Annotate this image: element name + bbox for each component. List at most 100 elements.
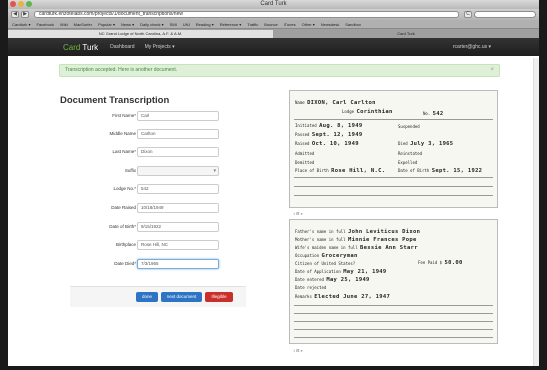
- suffix-select[interactable]: [137, 166, 219, 176]
- bookmarks-bar: Cardturk ▾ Facebook Wiki MacSurfer Popul…: [8, 20, 539, 29]
- bookmark-item[interactable]: Wiki: [60, 22, 68, 27]
- card-lodge-value: Corinthian: [356, 109, 393, 115]
- bookmark-item[interactable]: News ▾: [121, 22, 134, 27]
- card-suspended-line: Suspended: [398, 124, 420, 129]
- date-raised-input[interactable]: 10/18/1949: [137, 203, 219, 213]
- card-expelled-line: Expelled: [398, 160, 417, 165]
- card-occupation-value: Groceryman: [321, 253, 358, 259]
- brand-logo[interactable]: Card Turk: [63, 43, 98, 52]
- last-name-label: Last Name*: [112, 149, 136, 154]
- birthplace-input[interactable]: Rose Hill, NC: [137, 240, 219, 250]
- card-wife-value: Bessie Ann Starr: [360, 245, 418, 251]
- success-alert: Transcription accepted. Here is another …: [59, 64, 500, 77]
- card-died-label: Died: [398, 141, 408, 146]
- lodge-no-row: Lodge No.* 542: [60, 184, 220, 194]
- bookmark-item[interactable]: SMI: [170, 22, 177, 27]
- bookmark-item[interactable]: Traffic: [247, 22, 258, 27]
- bookmark-item[interactable]: iTunes: [284, 22, 296, 27]
- card-name-label: Name: [295, 100, 305, 105]
- card-entered-label: Date entered: [295, 277, 324, 282]
- card-pob-value: Rose Hill, N.C.: [331, 168, 386, 174]
- card-passed-line: Passed Sept. 12, 1949: [295, 132, 362, 138]
- card-initiated-value: Aug. 8, 1949: [319, 123, 363, 129]
- tab-card-turk[interactable]: Card Turk: [273, 30, 539, 38]
- card-no-label: No.: [423, 111, 431, 116]
- browser-window: Card Turk ◀ ▶ cardturk.enzotelabs.com/pr…: [8, 0, 539, 366]
- card-admitted-label: Admitted: [295, 151, 315, 156]
- card-rule: [294, 329, 493, 330]
- card-no-line: No. 542: [423, 111, 444, 117]
- bookmark-item[interactable]: Facebook: [36, 22, 54, 27]
- date-died-row: Date Died* 7/3/1965: [60, 259, 220, 269]
- card-pob-label: Place of Birth: [295, 168, 329, 173]
- nav-my-projects[interactable]: My Projects ▾: [145, 44, 175, 50]
- bookmark-item[interactable]: Newsdesk: [321, 22, 339, 27]
- forward-button[interactable]: ▶: [21, 11, 29, 18]
- birthplace-label: Birthplace: [115, 242, 136, 247]
- middle-name-input[interactable]: Carlton: [137, 129, 219, 139]
- card-rule: [294, 337, 493, 338]
- card-mother-label: Mother's name in full: [295, 237, 346, 242]
- alert-text: Transcription accepted. Here is another …: [65, 67, 178, 73]
- card-raised-value: Oct. 10, 1949: [311, 141, 359, 147]
- bookmark-item[interactable]: Cardturk ▾: [12, 22, 30, 27]
- card-died-line: Died July 3, 1965: [398, 141, 453, 147]
- page-scrollbar[interactable]: [533, 58, 539, 366]
- card-father-label: Father's name in full: [295, 229, 346, 234]
- date-died-input[interactable]: 7/3/1965: [137, 259, 219, 269]
- form-actions: done next document Illegible: [70, 286, 246, 307]
- card-reinstated-label: Reinstated: [398, 151, 423, 156]
- card-front-zoom-controls[interactable]: ↕ ⊟ ⌕: [293, 211, 303, 216]
- card-application-value: May 21, 1949: [343, 269, 387, 275]
- card-dob-label: Date of Birth: [398, 168, 430, 173]
- card-front-image: Name DIXON, Carl Carlton Lodge Corinthia…: [289, 90, 498, 208]
- lodge-no-input[interactable]: 542: [137, 184, 219, 194]
- done-button[interactable]: done: [136, 292, 158, 302]
- card-lodge-line: Lodge Corinthian: [342, 109, 393, 115]
- card-entered-value: May 25, 1949: [326, 277, 370, 283]
- first-name-input[interactable]: Carl: [137, 111, 219, 121]
- card-fee-line: Fee Paid $ 50.00: [418, 260, 463, 266]
- card-occupation-line: Occupation Groceryman: [295, 253, 358, 259]
- card-rule: [294, 195, 493, 196]
- bookmark-item[interactable]: UNI: [183, 22, 190, 27]
- card-back-image: Father's name in full John Leviticus Dix…: [289, 219, 498, 344]
- card-reinstated-line: Reinstated: [398, 151, 422, 156]
- bookmark-item[interactable]: Reference ▾: [220, 22, 242, 27]
- card-passed-label: Passed: [295, 132, 310, 137]
- card-fee-label: Fee Paid $: [418, 260, 443, 265]
- card-initiated-line: Initiated Aug. 8, 1949: [295, 123, 362, 129]
- bookmark-item[interactable]: Popular ▾: [98, 22, 115, 27]
- bookmark-item[interactable]: Bounce: [264, 22, 278, 27]
- user-menu[interactable]: rcarter@ghc.us ▾: [453, 44, 491, 50]
- next-document-button[interactable]: next document: [161, 292, 202, 302]
- reload-button[interactable]: C: [464, 11, 472, 18]
- card-dob-value: Sept. 15, 1922: [431, 168, 483, 174]
- bookmark-item[interactable]: Sandbox: [345, 22, 361, 27]
- browser-search-input[interactable]: [474, 11, 536, 18]
- bookmark-item[interactable]: MacSurfer: [74, 22, 92, 27]
- card-occupation-label: Occupation: [295, 253, 320, 258]
- date-of-birth-input[interactable]: 9/15/1922: [137, 222, 219, 232]
- card-wife-label: Wife's maiden name in full: [295, 245, 358, 250]
- card-passed-value: Sept. 12, 1949: [311, 132, 363, 138]
- illegible-button[interactable]: Illegible: [205, 292, 233, 302]
- card-raised-label: Raised: [295, 141, 310, 146]
- card-initiated-label: Initiated: [295, 123, 317, 128]
- url-bar[interactable]: cardturk.enzotelabs.com/projects/1/docum…: [34, 11, 459, 18]
- brand-logo-part: Card: [63, 42, 81, 52]
- bookmark-item[interactable]: Daily check ▾: [140, 22, 164, 27]
- nav-dashboard[interactable]: Dashboard: [110, 44, 134, 50]
- tab-active[interactable]: NC Grand Lodge of North Carolina, A.F. &…: [8, 30, 273, 38]
- card-citizen-line: Citizen of United States?: [295, 261, 355, 266]
- card-admitted-line: Admitted: [295, 151, 314, 156]
- last-name-input[interactable]: Dixon: [137, 147, 219, 157]
- card-remarks-label: Remarks: [295, 294, 312, 299]
- bookmark-item[interactable]: Reading ▾: [196, 22, 214, 27]
- back-button[interactable]: ◀: [11, 11, 19, 18]
- bookmark-item[interactable]: Other ▾: [302, 22, 315, 27]
- card-entered-line: Date entered May 25, 1949: [295, 277, 370, 283]
- close-alert-button[interactable]: ×: [490, 65, 494, 76]
- card-back-zoom-controls[interactable]: ↕ ⊟ ⌕: [293, 348, 303, 353]
- card-citizen-label: Citizen of United States?: [295, 261, 356, 266]
